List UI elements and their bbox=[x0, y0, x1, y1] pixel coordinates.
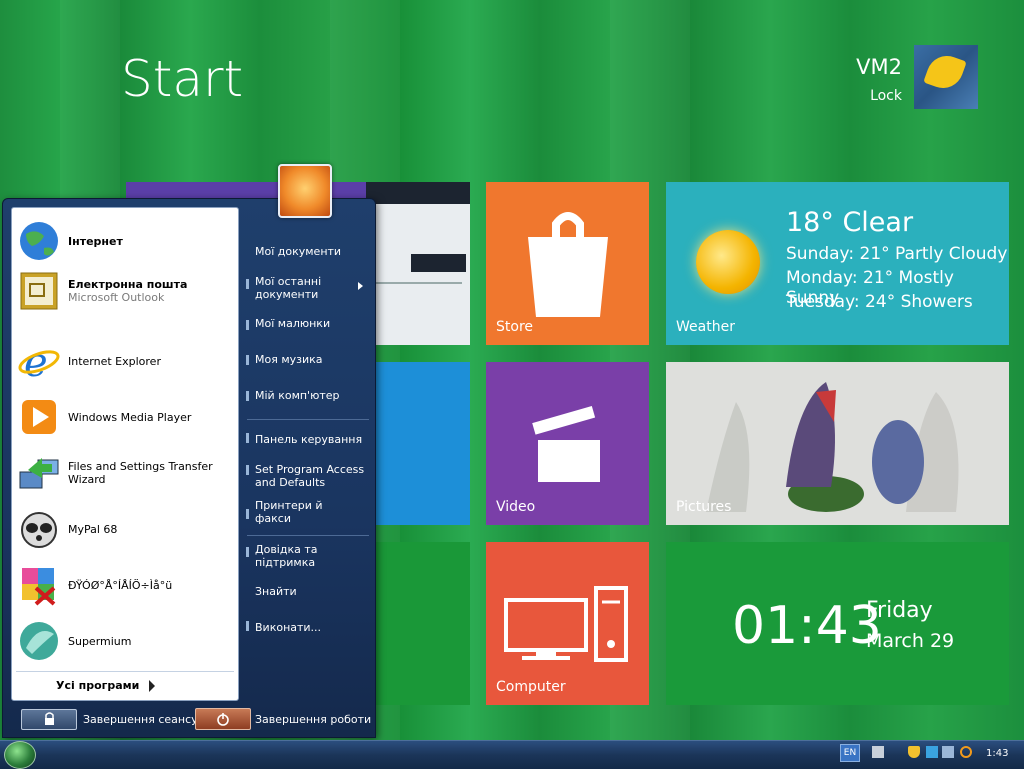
supermium-icon bbox=[16, 618, 62, 664]
places-run[interactable]: Виконати... bbox=[255, 621, 321, 634]
user-picture[interactable] bbox=[278, 164, 332, 218]
bullet-icon bbox=[246, 509, 249, 519]
bullet-icon bbox=[246, 465, 249, 475]
program-email[interactable]: Електронна пошта Microsoft Outlook bbox=[16, 266, 234, 316]
program-label: Інтернет bbox=[68, 234, 123, 248]
places-my-computer[interactable]: Мій комп'ютер bbox=[255, 389, 340, 402]
program-internet[interactable]: Інтернет bbox=[16, 216, 234, 266]
program-label: Електронна пошта bbox=[68, 278, 188, 291]
weather-forecast-day: Tuesday: 24° Showers bbox=[786, 292, 973, 312]
clock-date: March 29 bbox=[866, 630, 955, 652]
clock-day: Friday bbox=[866, 598, 933, 623]
keyboard-icon[interactable] bbox=[872, 746, 884, 758]
places-my-pictures[interactable]: Мої малюнки bbox=[255, 317, 330, 330]
start-title: Start bbox=[121, 50, 244, 108]
places-search[interactable]: Знайти bbox=[255, 585, 297, 598]
start-orb-icon[interactable] bbox=[4, 741, 36, 769]
places-my-documents[interactable]: Мої документи bbox=[255, 245, 341, 258]
tile-clock[interactable]: 01:43 Friday March 29 bbox=[666, 542, 1009, 705]
ie-icon: e bbox=[16, 338, 62, 384]
bullet-icon bbox=[246, 433, 249, 443]
program-broken-name[interactable]: ÐŸÓØ°Å°ÍÅÍÖ÷Ìå°ü bbox=[16, 560, 234, 610]
tile-label: Video bbox=[496, 499, 536, 515]
taskbar bbox=[0, 740, 1024, 769]
bullet-icon bbox=[246, 391, 249, 401]
programs-pane: Інтернет Електронна пошта Microsoft Outlo… bbox=[11, 207, 239, 701]
places-printers[interactable]: Принтери й факси bbox=[255, 499, 335, 525]
lock-link[interactable]: Lock bbox=[870, 88, 902, 104]
globe-icon bbox=[16, 218, 62, 264]
bullet-icon bbox=[246, 547, 249, 557]
program-sublabel: Microsoft Outlook bbox=[68, 291, 165, 304]
program-label: MyPal 68 bbox=[68, 522, 118, 536]
media-player-icon bbox=[16, 394, 62, 440]
puzzle-icon bbox=[16, 562, 62, 608]
bullet-icon bbox=[246, 621, 249, 631]
chevron-right-icon bbox=[358, 282, 363, 290]
program-label: Supermium bbox=[68, 634, 132, 648]
taskbar-clock[interactable]: 1:43 bbox=[986, 748, 1008, 759]
user-avatar[interactable] bbox=[914, 45, 978, 109]
separator bbox=[247, 535, 369, 536]
program-internet-explorer[interactable]: e Internet Explorer bbox=[16, 336, 234, 386]
svg-text:e: e bbox=[24, 340, 48, 382]
tile-label: Weather bbox=[676, 319, 735, 335]
network-icon[interactable] bbox=[942, 746, 954, 758]
program-label: Windows Media Player bbox=[68, 410, 192, 424]
start-menu: Інтернет Електронна пошта Microsoft Outlo… bbox=[2, 198, 376, 738]
program-supermium[interactable]: Supermium bbox=[16, 616, 234, 666]
logoff-label[interactable]: Завершення сеансу bbox=[83, 713, 198, 726]
shutdown-label[interactable]: Завершення роботи bbox=[255, 713, 371, 726]
tile-weather[interactable]: 18° Clear Sunday: 21° Partly Cloudy Mond… bbox=[666, 182, 1009, 345]
search-icon[interactable] bbox=[960, 746, 972, 758]
logoff-button[interactable] bbox=[21, 709, 77, 730]
tile-news-partial[interactable] bbox=[366, 182, 470, 345]
program-media-player[interactable]: Windows Media Player bbox=[16, 392, 234, 442]
program-label: Internet Explorer bbox=[68, 354, 161, 368]
tile-pictures[interactable]: Pictures bbox=[666, 362, 1009, 525]
program-label: ÐŸÓØ°Å°ÍÅÍÖ÷Ìå°ü bbox=[68, 578, 173, 592]
tile-video[interactable]: Video bbox=[486, 362, 649, 525]
places-help[interactable]: Довідка та підтримка bbox=[255, 543, 335, 569]
all-programs-label: Усі програми bbox=[56, 679, 140, 692]
chevron-right-icon bbox=[149, 680, 155, 692]
bullet-icon bbox=[246, 355, 249, 365]
program-label: Files and Settings Transfer Wizard bbox=[68, 460, 213, 486]
places-recent-documents[interactable]: Мої останні документи bbox=[255, 275, 350, 301]
power-icon bbox=[217, 713, 229, 726]
tile-partial[interactable] bbox=[366, 362, 470, 525]
bullet-icon bbox=[246, 320, 249, 330]
shield-icon[interactable] bbox=[908, 746, 920, 758]
all-programs-button[interactable]: Усі програми bbox=[16, 678, 234, 696]
tile-label: Computer bbox=[496, 679, 566, 695]
places-my-music[interactable]: Моя музика bbox=[255, 353, 323, 366]
leaf-icon bbox=[923, 50, 967, 94]
tile-computer[interactable]: Computer bbox=[486, 542, 649, 705]
program-transfer-wizard[interactable]: Files and Settings Transfer Wizard bbox=[16, 448, 234, 498]
places-control-panel[interactable]: Панель керування bbox=[255, 433, 362, 446]
language-indicator[interactable]: EN bbox=[840, 744, 860, 762]
tile-label: Store bbox=[496, 319, 534, 335]
bullet-icon bbox=[246, 279, 249, 289]
weather-forecast-day: Sunday: 21° Partly Cloudy bbox=[786, 244, 1008, 264]
shutdown-button[interactable] bbox=[195, 708, 251, 730]
mail-icon bbox=[16, 268, 62, 314]
separator bbox=[247, 419, 369, 420]
tray-app-icon[interactable] bbox=[926, 746, 938, 758]
tile-partial[interactable] bbox=[366, 542, 470, 705]
program-mypal[interactable]: MyPal 68 bbox=[16, 504, 234, 554]
padlock-icon bbox=[45, 712, 54, 725]
transfer-wizard-icon bbox=[16, 450, 62, 496]
sun-icon bbox=[696, 230, 760, 294]
user-name[interactable]: VM2 bbox=[856, 55, 902, 79]
clock-time: 01:43 bbox=[732, 596, 882, 656]
raccoon-icon bbox=[16, 506, 62, 552]
tile-label: Pictures bbox=[676, 499, 732, 515]
places-program-access[interactable]: Set Program Access and Defaults bbox=[255, 463, 365, 489]
weather-current: 18° Clear bbox=[786, 207, 914, 238]
tile-store[interactable]: Store bbox=[486, 182, 649, 345]
